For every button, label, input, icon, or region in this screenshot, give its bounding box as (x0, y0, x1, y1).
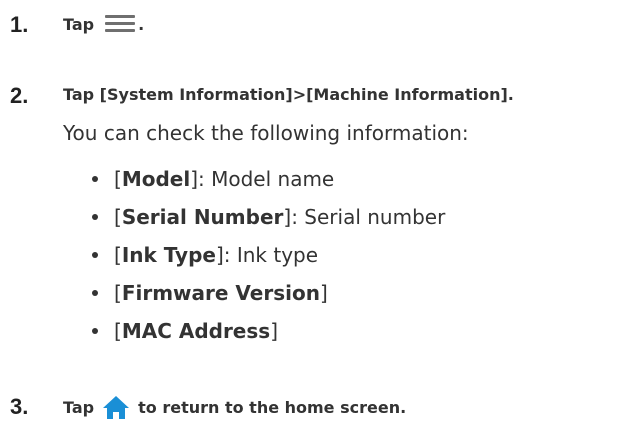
step-text-after: to return to the home screen. (138, 397, 407, 417)
item-open: [ (114, 205, 122, 229)
item-label: Serial Number (121, 205, 284, 229)
step-text-before: Tap (63, 397, 95, 417)
home-icon (103, 396, 130, 419)
bullet-icon (92, 290, 98, 296)
list-item: [Model]: Model name (90, 160, 445, 198)
list-item: [Firmware Version] (90, 274, 445, 312)
item-open: [ (114, 319, 122, 343)
step-number: 2. (10, 83, 29, 108)
step-2: 2. Tap [System Information]>[Machine Inf… (0, 80, 622, 120)
item-description: : Serial number (291, 205, 446, 229)
bullet-icon (92, 328, 98, 334)
list-item: [Serial Number]: Serial number (90, 198, 445, 236)
step-number: 3. (10, 394, 29, 419)
item-label: Firmware Version (121, 281, 320, 305)
item-close: ] (190, 167, 199, 191)
item-label: MAC Address (121, 319, 271, 343)
item-description: : Ink type (223, 243, 319, 267)
step-instruction: Tap . (63, 9, 144, 39)
step-text-before: Tap (63, 14, 95, 34)
bullet-icon (92, 176, 98, 182)
list-item: [Ink Type]: Ink type (90, 236, 445, 274)
step-instruction: Tap to return to the home screen. (63, 392, 406, 422)
step-description: You can check the following information: (63, 121, 469, 145)
item-close: ] (319, 281, 328, 305)
step-instruction: Tap [System Information]>[Machine Inform… (63, 85, 514, 104)
step-1: 1. Tap . (0, 0, 622, 52)
bullet-icon (92, 214, 98, 220)
bullet-icon (92, 252, 98, 258)
list-item: [MAC Address] (90, 312, 445, 350)
step-3: 3. Tap to return to the home screen. (0, 392, 622, 432)
step-number: 1. (10, 12, 29, 37)
item-label: Ink Type (121, 243, 216, 267)
item-open: [ (114, 167, 122, 191)
item-label: Model (121, 167, 191, 191)
info-list: [Model]: Model name [Serial Number]: Ser… (90, 160, 445, 350)
item-description: : Model name (198, 167, 335, 191)
item-close: ] (270, 319, 278, 343)
item-open: [ (114, 243, 122, 267)
item-close: ] (215, 243, 224, 267)
item-open: [ (114, 281, 122, 305)
menu-icon (100, 9, 140, 39)
